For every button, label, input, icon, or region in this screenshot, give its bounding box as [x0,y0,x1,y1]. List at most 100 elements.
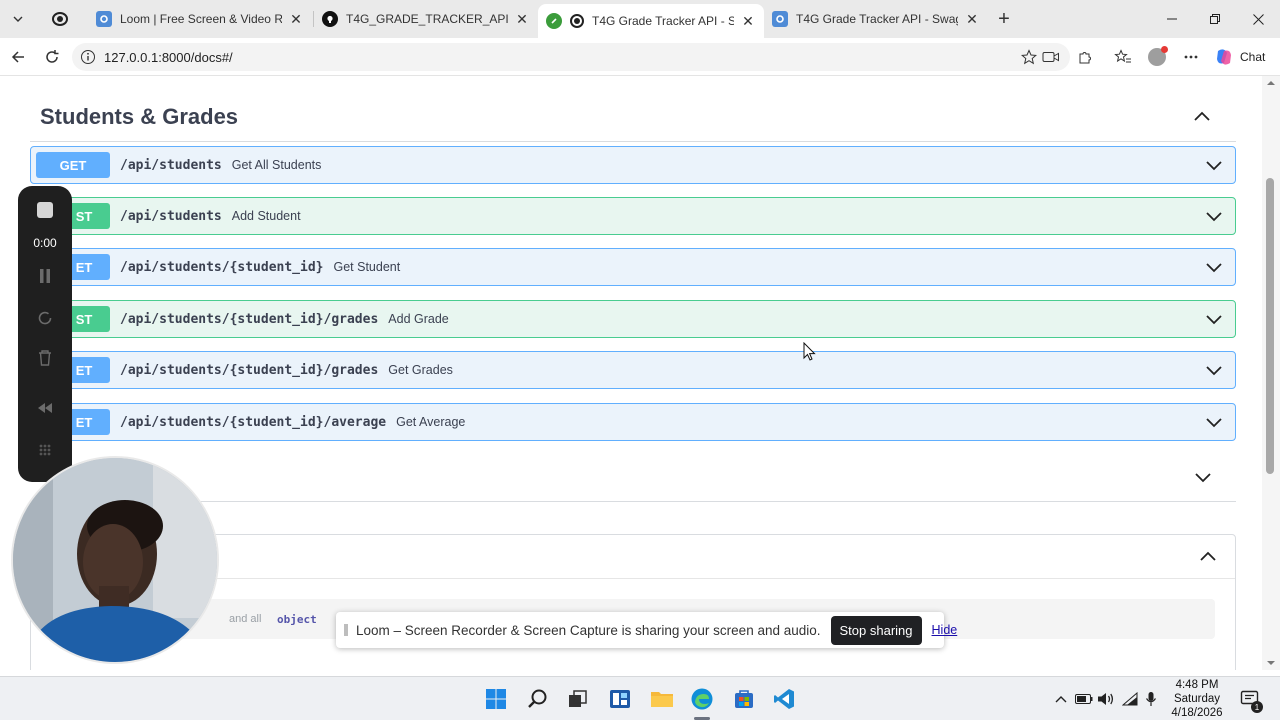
chevron-up-icon[interactable] [1192,106,1212,126]
close-icon[interactable]: ✕ [964,11,980,27]
chevron-down-icon[interactable] [1205,413,1223,431]
operation-summary: Get All Students [231,158,322,172]
url-text: 127.0.0.1:8000/docs#/ [104,49,233,65]
clock-time: 4:48 PM [1175,679,1219,691]
schema-type-label: object [277,613,317,626]
back-button[interactable] [6,45,30,69]
loom-draw-button[interactable] [33,396,57,420]
tab-actions-menu-button[interactable] [6,7,30,31]
wifi-icon [1122,692,1138,706]
chevron-down-icon[interactable] [1205,207,1223,225]
section-title: Students & Grades [40,104,239,129]
expand-all-link[interactable]: and all [229,613,261,625]
scroll-up-icon[interactable] [1262,78,1280,88]
swagger-icon [546,13,562,29]
avatar [1148,46,1168,66]
close-icon[interactable]: ✕ [740,13,756,29]
page-scrollbar[interactable] [1262,76,1280,670]
tab-swagger-2[interactable]: T4G Grade Tracker API - Swagger UI ✕ [764,4,988,34]
speaker-icon [1098,693,1114,705]
loom-delete-button[interactable] [33,346,57,370]
more-menu-button[interactable] [1179,45,1203,69]
minimize-button[interactable] [1150,0,1194,38]
restore-icon [1210,14,1220,24]
camera-icon [1042,52,1059,62]
search-button[interactable] [524,685,552,713]
task-view-icon [569,690,587,707]
network-indicator[interactable] [1120,689,1140,709]
scrollbar-thumb[interactable] [1266,178,1274,474]
webcam-bubble[interactable] [11,456,219,664]
favorite-star-button[interactable] [1017,45,1041,69]
vscode-button[interactable] [770,685,798,713]
chevron-down-icon[interactable] [1194,468,1212,486]
collapsed-tag-section[interactable] [30,450,1236,502]
loom-pause-button[interactable] [33,264,57,288]
show-hidden-icons-button[interactable] [1051,689,1071,709]
copilot-chat-button[interactable]: Chat [1214,46,1265,68]
operation-path: /api/students [120,208,222,224]
battery-indicator[interactable] [1074,689,1094,709]
scroll-down-icon[interactable] [1262,658,1280,668]
edge-icon [691,688,713,710]
operation-add-grade[interactable]: ST /api/students/{student_id}/grades Add… [30,300,1236,338]
new-tab-button[interactable]: + [992,7,1016,31]
tab-swagger-active[interactable]: T4G Grade Tracker API - Swagger UI ✕ [538,4,764,38]
restore-button[interactable] [1193,0,1237,38]
address-bar[interactable]: 127.0.0.1:8000/docs#/ [72,43,1070,71]
more-icon [1184,55,1198,59]
store-button[interactable] [730,685,758,713]
chevron-up-icon[interactable] [1199,547,1217,565]
video-button[interactable] [1039,45,1063,69]
operation-summary: Get Student [333,260,401,274]
webcam-person-image [13,458,217,662]
operation-get-average[interactable]: ET /api/students/{student_id}/average Ge… [30,403,1236,441]
tab-recording-indicator[interactable] [44,4,86,34]
tab-loom[interactable]: Loom | Free Screen & Video Recording ✕ [88,4,312,34]
operation-path: /api/students [120,157,222,173]
windows-start-icon [486,689,506,709]
chevron-down-icon[interactable] [1205,156,1223,174]
close-icon[interactable]: ✕ [514,11,530,27]
operation-get-grades[interactable]: ET /api/students/{student_id}/grades Get… [30,351,1236,389]
folder-icon [651,692,673,707]
profile-button[interactable] [1145,45,1169,69]
stop-sharing-button[interactable]: Stop sharing [830,615,922,645]
system-clock[interactable]: 4:48 PM Saturday 4/18/2026 [1166,677,1228,720]
operation-summary: Add Student [231,209,301,223]
hide-banner-link[interactable]: Hide [932,623,958,637]
close-icon[interactable]: ✕ [288,11,304,27]
drag-handle-icon[interactable] [344,624,348,636]
volume-indicator[interactable] [1096,689,1116,709]
close-window-button[interactable] [1236,0,1280,38]
reload-button[interactable] [40,45,64,69]
tag-section-header[interactable]: Students & Grades [30,88,1236,142]
chevron-down-icon[interactable] [1205,310,1223,328]
chevron-down-icon[interactable] [1205,361,1223,379]
loom-timer: 0:00 [33,236,57,250]
start-button[interactable] [482,685,510,713]
loom-more-button[interactable] [33,438,57,462]
rewind-icon [38,403,52,413]
extensions-button[interactable] [1073,45,1097,69]
tab-label: Loom | Free Screen & Video Recording [120,12,282,26]
microphone-indicator[interactable] [1141,689,1161,709]
puzzle-icon [1079,52,1091,64]
restart-icon [38,311,52,325]
task-view-button[interactable] [564,685,592,713]
widgets-button[interactable] [606,685,634,713]
favorites-button[interactable] [1111,45,1135,69]
chevron-down-icon[interactable] [1205,258,1223,276]
file-explorer-button[interactable] [648,685,676,713]
operation-get-all-students[interactable]: GET /api/students Get All Students [30,146,1236,184]
tab-github[interactable]: T4G_GRADE_TRACKER_API/app at ✕ [314,4,538,34]
operation-get-student[interactable]: ET /api/students/{student_id} Get Studen… [30,248,1236,286]
loom-stop-button[interactable] [33,198,57,222]
edge-browser-button[interactable] [688,685,716,713]
operation-add-student[interactable]: ST /api/students Add Student [30,197,1236,235]
clock-date: 4/18/2026 [1171,707,1223,719]
mouse-cursor-icon [803,342,816,361]
loom-restart-button[interactable] [33,306,57,330]
arrow-left-icon [11,51,24,63]
browser-tab-strip: Loom | Free Screen & Video Recording ✕ T… [0,0,1280,38]
